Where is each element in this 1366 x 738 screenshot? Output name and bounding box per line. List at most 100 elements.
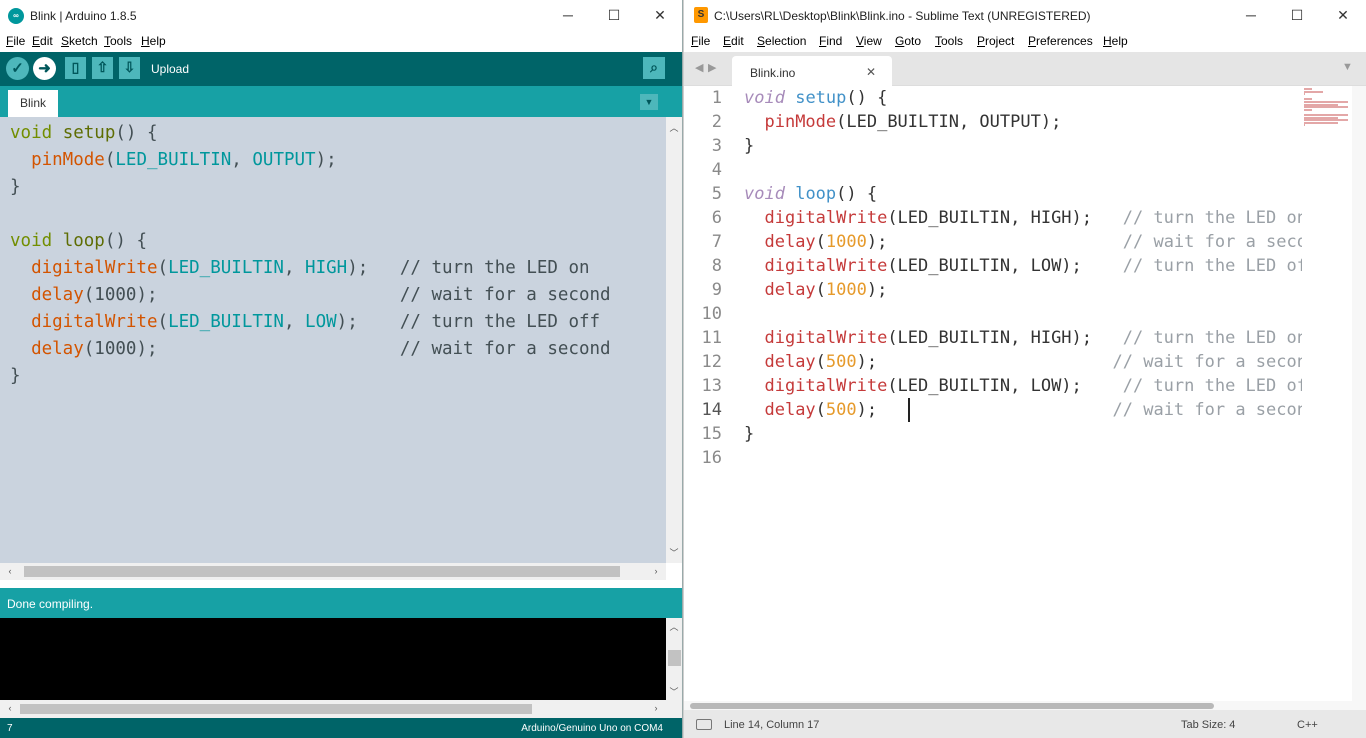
sub-menu-tools[interactable]: Tools — [935, 34, 963, 48]
scroll-left-icon[interactable]: ‹ — [2, 566, 18, 576]
code-line: pinMode(LED_BUILTIN, OUTPUT); — [10, 147, 337, 174]
tab-blink-ino[interactable]: Blink.ino ✕ — [732, 56, 892, 87]
save-sketch-button[interactable]: ⇩ — [119, 57, 140, 79]
tab-nav-left-icon[interactable]: ◀ — [695, 61, 703, 74]
menu-edit[interactable]: Edit — [32, 34, 53, 48]
sublime-menu-bar: File Edit Selection Find View Goto Tools… — [684, 31, 1366, 51]
code-token: () { — [846, 88, 888, 108]
code-token: ); — [866, 280, 888, 300]
sublime-vertical-scrollbar[interactable] — [1352, 86, 1366, 701]
console-h-scroll-thumb[interactable] — [20, 704, 532, 714]
code-token: () { — [115, 123, 158, 143]
code-token: // wait for a second — [399, 285, 611, 305]
close-button[interactable]: ✕ — [637, 0, 682, 31]
code-line: delay(1000); — [744, 278, 887, 302]
sublime-h-scroll-thumb[interactable] — [690, 703, 1214, 709]
line-number: 3 — [711, 136, 722, 156]
open-sketch-button[interactable]: ⇧ — [92, 57, 113, 79]
tab-nav-right-icon[interactable]: ▶ — [708, 61, 716, 74]
sub-menu-selection[interactable]: Selection — [757, 34, 806, 48]
scroll-down-icon[interactable]: ﹀ — [666, 546, 682, 559]
verify-button[interactable]: ✓ — [6, 57, 29, 80]
menu-file[interactable]: File — [6, 34, 25, 48]
code-token: setup — [62, 123, 116, 143]
code-token: digitalWrite — [764, 328, 888, 348]
menu-sketch[interactable]: Sketch — [61, 34, 98, 48]
sub-menu-file[interactable]: File — [691, 34, 710, 48]
sub-menu-view[interactable]: View — [856, 34, 882, 48]
new-sketch-button[interactable]: ▯ — [65, 57, 86, 79]
sublime-horizontal-scrollbar[interactable] — [684, 701, 1366, 710]
sublime-code-editor[interactable]: void setup() { pinMode(LED_BUILTIN, OUTP… — [744, 86, 1302, 701]
upload-button[interactable]: ➜ — [33, 57, 56, 80]
sublime-status-bar: Line 14, Column 17 Tab Size: 4 C++ — [684, 710, 1366, 738]
code-token: (1000); — [83, 285, 400, 305]
arduino-code-editor[interactable]: void setup() { pinMode(LED_BUILTIN, OUTP… — [0, 117, 666, 563]
editor-horizontal-scrollbar[interactable]: ‹ › — [0, 563, 666, 580]
sub-menu-goto[interactable]: Goto — [895, 34, 921, 48]
arduino-window: ∞ Blink | Arduino 1.8.5 ─ ☐ ✕ File Edit … — [0, 0, 683, 738]
minimap-line — [1304, 121, 1338, 124]
line-number: 16 — [701, 448, 722, 468]
code-line: digitalWrite(LED_BUILTIN, LOW); // turn … — [744, 374, 1302, 398]
console-scroll-down-icon[interactable]: ﹀ — [666, 685, 682, 698]
tab-menu-button[interactable]: ▼ — [640, 94, 658, 110]
sub-menu-find[interactable]: Find — [819, 34, 842, 48]
code-token: delay — [31, 285, 84, 305]
console-scroll-thumb[interactable] — [668, 650, 681, 666]
code-token: // turn the LED on (HIGH is the voltage … — [1122, 208, 1302, 228]
arduino-bottom-status: 7 Arduino/Genuino Uno on COM4 — [0, 718, 682, 738]
code-token: digitalWrite — [31, 312, 158, 332]
toolbar-hover-label: Upload — [151, 62, 190, 76]
scroll-right-icon[interactable]: › — [648, 566, 664, 576]
console-horizontal-scrollbar[interactable]: ‹ › — [0, 700, 682, 718]
panel-toggle-icon[interactable] — [696, 719, 712, 730]
menu-help[interactable]: Help — [141, 34, 166, 48]
sub-menu-preferences[interactable]: Preferences — [1028, 34, 1093, 48]
tab-blink[interactable]: Blink — [8, 90, 58, 117]
tab-list-dropdown-icon[interactable]: ▼ — [1342, 61, 1353, 73]
maximize-button[interactable]: ☐ — [591, 0, 637, 31]
syntax-setting[interactable]: C++ — [1297, 719, 1318, 731]
serial-monitor-button[interactable]: ⌕ — [643, 57, 665, 79]
arduino-toolbar: ✓ ➜ ▯ ⇧ ⇩ Upload ⌕ — [0, 52, 682, 86]
arduino-title-bar: ∞ Blink | Arduino 1.8.5 ─ ☐ ✕ — [0, 0, 682, 31]
tab-close-icon[interactable]: ✕ — [866, 65, 876, 79]
menu-tools[interactable]: Tools — [104, 34, 132, 48]
code-line: void setup() { — [744, 86, 887, 110]
code-line: void loop() { — [744, 182, 877, 206]
code-token: digitalWrite — [31, 258, 158, 278]
line-number-gutter: 1 2 3 4 5 6 7 8 9 10 11 12 13 14 15 16 — [684, 86, 740, 701]
console-scroll-up-icon[interactable]: ︿ — [666, 620, 682, 633]
divider — [0, 580, 682, 588]
editor-vertical-scrollbar[interactable]: ︿ ﹀ — [666, 117, 682, 563]
h-scroll-thumb[interactable] — [24, 566, 620, 577]
sublime-minimize-button[interactable]: ─ — [1228, 0, 1274, 31]
code-token: // wait for a second — [1112, 400, 1302, 420]
console-vertical-scrollbar[interactable]: ︿ ﹀ — [666, 618, 682, 700]
code-token: } — [10, 177, 21, 197]
sublime-close-button[interactable]: ✕ — [1320, 0, 1366, 31]
sub-menu-help[interactable]: Help — [1103, 34, 1128, 48]
sublime-maximize-button[interactable]: ☐ — [1274, 0, 1320, 31]
console-scroll-left-icon[interactable]: ‹ — [2, 703, 18, 713]
tab-size-setting[interactable]: Tab Size: 4 — [1181, 719, 1235, 731]
code-line: delay(500); // wait for a second — [744, 350, 1302, 374]
code-token: ); — [336, 312, 400, 332]
console-output[interactable] — [0, 618, 666, 700]
code-token: delay — [31, 339, 84, 359]
code-token: void — [10, 123, 53, 143]
sub-menu-project[interactable]: Project — [977, 34, 1014, 48]
sub-menu-edit[interactable]: Edit — [723, 34, 744, 48]
console-scroll-right-icon[interactable]: › — [648, 703, 664, 713]
scroll-up-icon[interactable]: ︿ — [666, 121, 682, 134]
arduino-menu-bar: File Edit Sketch Tools Help — [0, 31, 682, 51]
code-token: ( — [104, 150, 116, 170]
minimize-button[interactable]: ─ — [545, 0, 591, 31]
